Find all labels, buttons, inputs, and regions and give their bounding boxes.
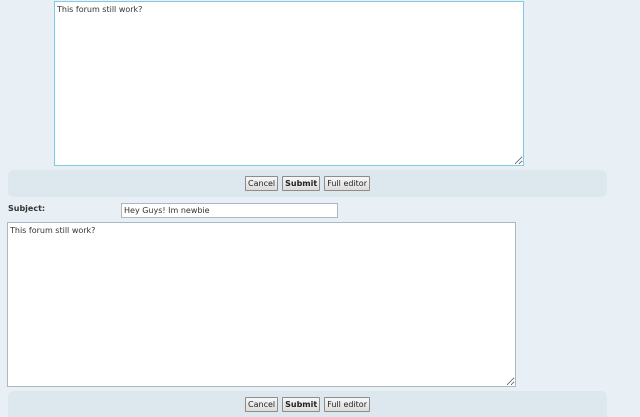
message-textarea-top[interactable]: This forum still work? bbox=[54, 1, 524, 166]
cancel-button[interactable]: Cancel bbox=[245, 176, 279, 191]
subject-input[interactable] bbox=[121, 203, 338, 218]
cancel-button[interactable]: Cancel bbox=[245, 396, 279, 412]
full-editor-button[interactable]: Full editor bbox=[324, 176, 370, 191]
button-bar-top: Cancel Submit Full editor bbox=[8, 170, 607, 197]
submit-button[interactable]: Submit bbox=[282, 396, 321, 412]
submit-button[interactable]: Submit bbox=[282, 176, 321, 191]
message-textarea-bottom[interactable]: This forum still work? bbox=[7, 222, 516, 387]
full-editor-button[interactable]: Full editor bbox=[324, 396, 370, 412]
subject-label: Subject: bbox=[8, 204, 46, 213]
button-bar-bottom: Cancel Submit Full editor bbox=[8, 391, 607, 417]
page: This forum still work? Cancel Submit Ful… bbox=[0, 0, 640, 417]
